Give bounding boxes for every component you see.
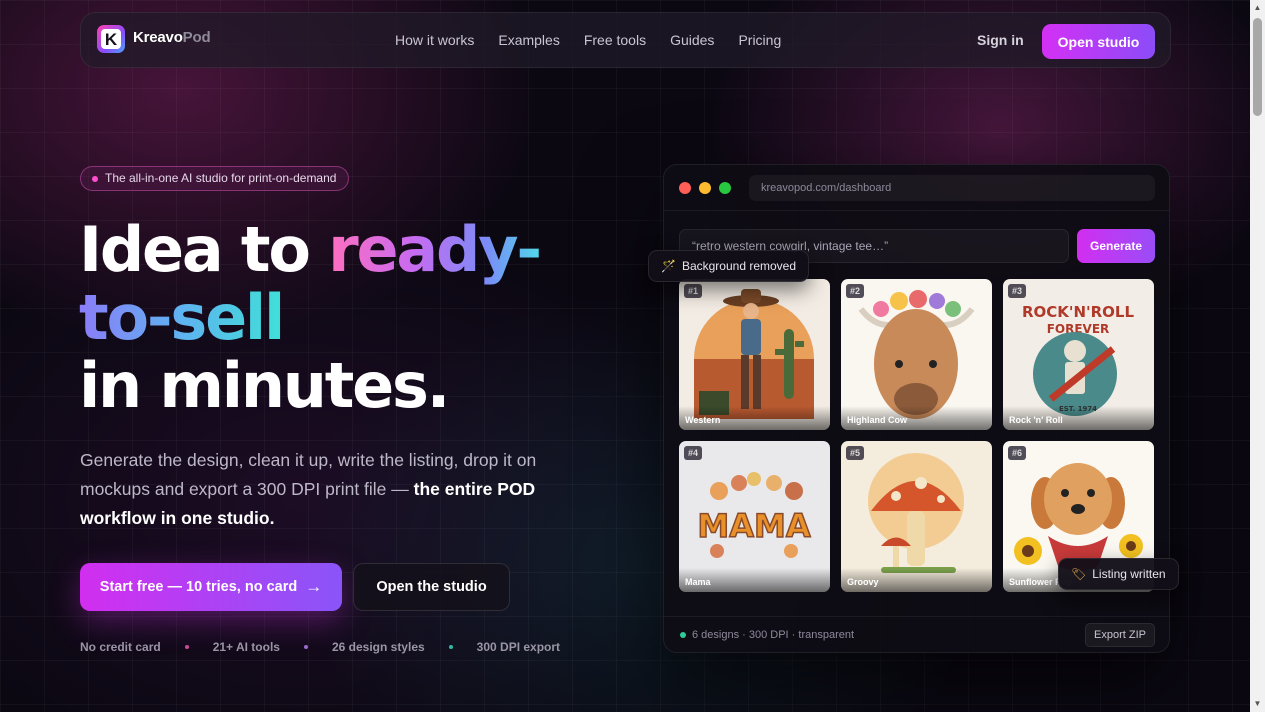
design-card[interactable]: #2 Highland Cow <box>841 279 992 430</box>
hero-subtitle: Generate the design, clean it up, write … <box>80 450 537 528</box>
design-card[interactable]: #1 Western <box>679 279 830 430</box>
design-card[interactable]: MAMA #4 Mama <box>679 441 830 592</box>
url-bar[interactable]: kreavopod.com/dashboard <box>749 175 1155 201</box>
nav-link-pricing[interactable]: Pricing <box>738 32 781 48</box>
nav-links: How it works Examples Free tools Guides … <box>395 32 805 48</box>
scroll-down-icon[interactable]: ▼ <box>1253 699 1262 709</box>
close-dot-icon <box>679 182 691 194</box>
design-card[interactable]: ROCK'N'ROLL FOREVER EST. 1974 #3 Rock 'n… <box>1003 279 1154 430</box>
start-free-button[interactable]: Start free — 10 tries, no card → <box>80 563 342 611</box>
stat-item: No credit card <box>80 640 161 654</box>
design-card[interactable]: #5 Groovy <box>841 441 992 592</box>
title-line-3: in minutes. <box>79 349 450 422</box>
nav-link-free-tools[interactable]: Free tools <box>584 32 646 48</box>
open-studio-button[interactable]: Open studio <box>1042 24 1155 59</box>
maximize-dot-icon <box>719 182 731 194</box>
hero-stats: No credit card 21+ AI tools 26 design st… <box>80 640 560 654</box>
top-nav: K KreavoPod How it works Examples Free t… <box>80 12 1171 68</box>
sign-in-link[interactable]: Sign in <box>977 32 1024 48</box>
minimize-dot-icon <box>699 182 711 194</box>
listing-written-toast: 🏷 Listing written <box>1058 558 1179 590</box>
stat-item: 26 design styles <box>331 640 425 654</box>
scroll-thumb[interactable] <box>1253 18 1262 116</box>
stat-item: 300 DPI export <box>476 640 561 654</box>
scroll-up-icon[interactable]: ▲ <box>1253 3 1262 13</box>
open-the-studio-button[interactable]: Open the studio <box>353 563 510 611</box>
dashboard-footer: 6 designs · 300 DPI · transparent Export… <box>664 616 1169 652</box>
separator-dot <box>303 645 308 649</box>
arrow-right-icon: → <box>305 577 323 596</box>
hero-title: Idea to ready- to-sell in minutes. <box>79 216 639 420</box>
generate-button[interactable]: Generate <box>1077 229 1155 263</box>
separator-dot <box>448 645 453 649</box>
nav-link-how-it-works[interactable]: How it works <box>395 32 474 48</box>
svg-text:MAMA: MAMA <box>697 507 810 545</box>
nav-link-examples[interactable]: Examples <box>498 32 559 48</box>
hero-pill: The all-in-one AI studio for print-on-de… <box>80 166 350 191</box>
separator-dot <box>184 645 189 649</box>
export-zip-button[interactable]: Export ZIP <box>1085 623 1155 647</box>
stat-item: 21+ AI tools <box>212 640 280 654</box>
nav-link-guides[interactable]: Guides <box>670 32 714 48</box>
logo-icon[interactable]: K <box>97 25 125 53</box>
wand-icon: 🪄 <box>661 259 676 273</box>
status-text: 6 designs · 300 DPI · transparent <box>680 629 854 641</box>
svg-text:ROCK'N'ROLL: ROCK'N'ROLL <box>1022 303 1135 321</box>
status-dot-icon <box>680 632 686 638</box>
logo-text[interactable]: KreavoPod <box>133 29 211 46</box>
tag-icon: 🏷 <box>1071 567 1087 581</box>
title-gradient-1: ready- <box>328 213 542 286</box>
page-scrollbar[interactable]: ▲ ▼ <box>1250 0 1265 712</box>
title-gradient-2: to-sell <box>79 281 285 354</box>
browser-bar: kreavopod.com/dashboard <box>664 165 1169 211</box>
title-plain: Idea to <box>79 213 329 286</box>
background-removed-toast: 🪄 Background removed <box>648 250 810 282</box>
